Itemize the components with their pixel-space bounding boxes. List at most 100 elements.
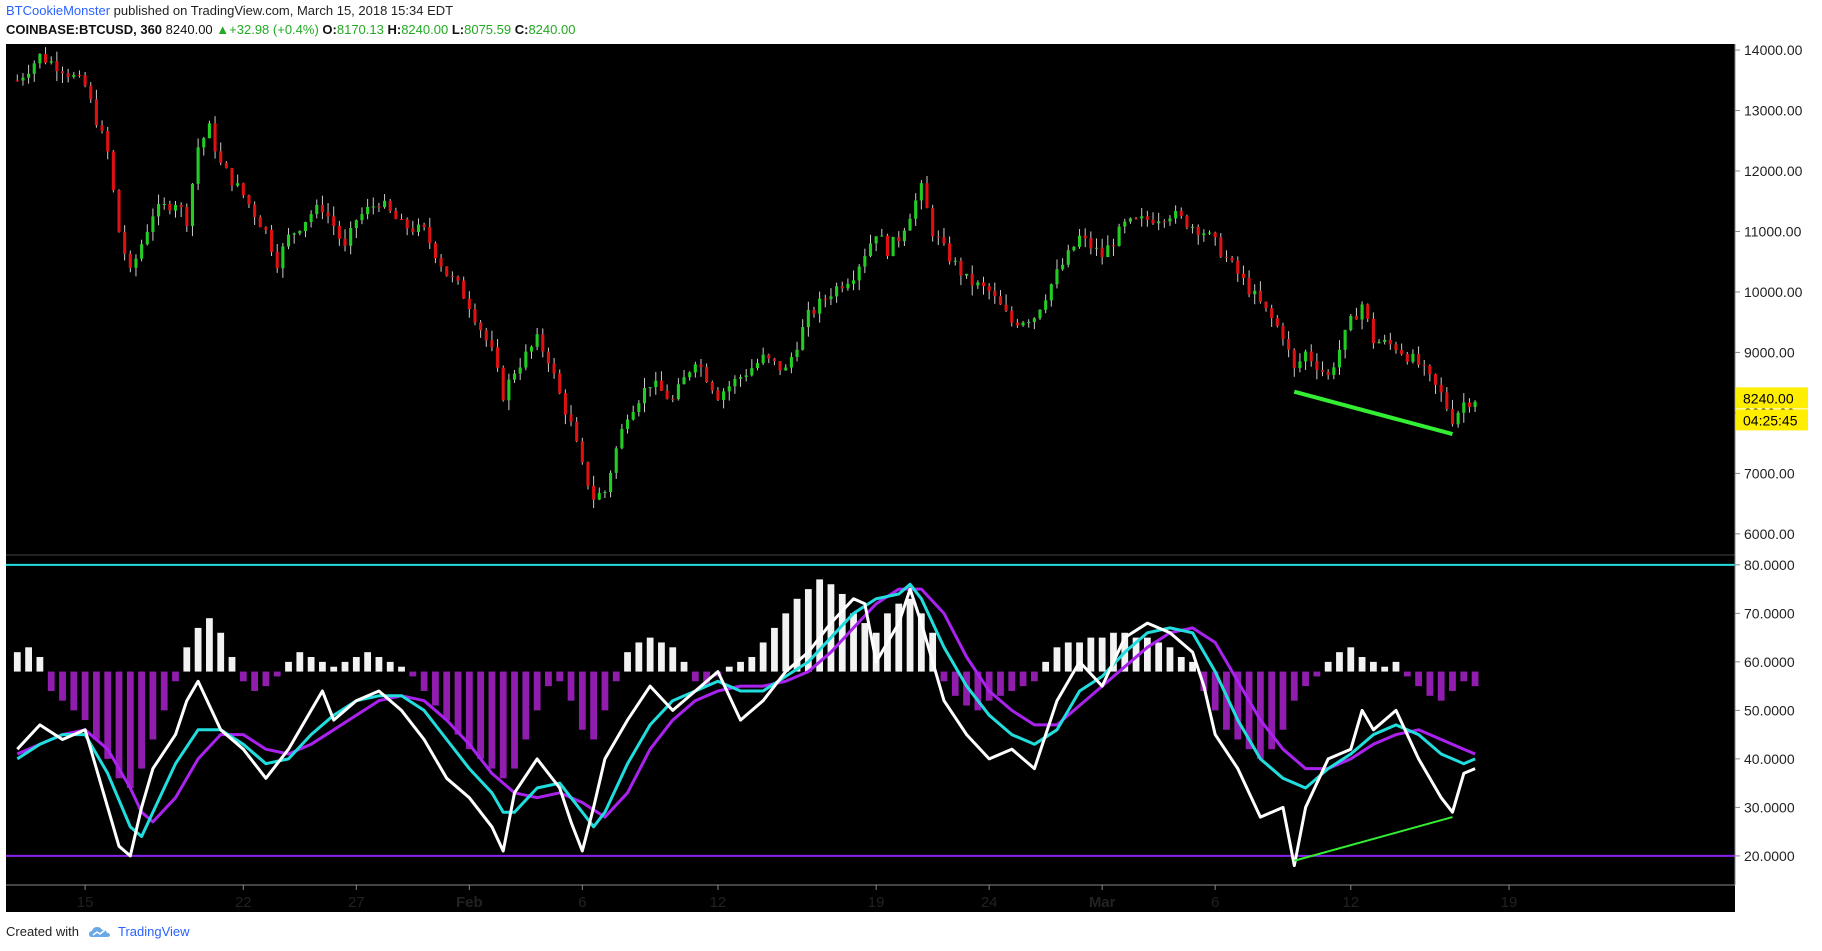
histogram-bar-positive <box>1324 661 1332 672</box>
histogram-bar-positive <box>228 657 236 672</box>
candle-down <box>275 251 279 269</box>
histogram-bar-positive <box>1336 652 1343 672</box>
price-tick-label: 12000.00 <box>1744 163 1803 179</box>
created-with-label: Created with <box>6 924 79 939</box>
histogram-bar-positive <box>1392 661 1400 672</box>
candle-up <box>1377 342 1381 344</box>
candle-up <box>874 236 878 244</box>
histogram-bar-negative <box>1437 671 1445 701</box>
histogram-bar-negative <box>1471 671 1479 687</box>
histogram-bar-positive <box>194 627 202 672</box>
histogram-bar-negative <box>81 671 89 721</box>
candle-down <box>490 340 494 348</box>
histogram-bar-positive <box>669 647 677 672</box>
candle-down <box>1015 322 1019 326</box>
candle-down <box>326 212 330 217</box>
candle-down <box>473 309 477 323</box>
candle-up <box>1061 264 1065 270</box>
candle-down <box>1287 339 1291 350</box>
x-tick-label: Mar <box>1089 894 1116 911</box>
price-tick-label: 7000.00 <box>1744 465 1795 481</box>
histogram-bar-positive <box>748 657 756 672</box>
candle-up <box>914 200 918 219</box>
histogram-bar-negative <box>997 671 1004 696</box>
osc-tick-label: 80.0000 <box>1744 557 1795 573</box>
candle-down <box>885 235 890 257</box>
candle-up <box>162 203 166 205</box>
histogram-bar-negative <box>1030 671 1038 682</box>
candle-down <box>716 390 720 400</box>
candle-down <box>1219 237 1223 257</box>
candle-up <box>603 492 607 494</box>
histogram-bar-positive <box>341 661 349 672</box>
histogram-bar-negative <box>590 671 598 740</box>
candle-up <box>1032 318 1036 323</box>
price-tick-label: 11000.00 <box>1744 223 1802 239</box>
candle-down <box>1275 318 1279 326</box>
candle-up <box>902 230 906 242</box>
histogram-bar-negative <box>93 671 100 740</box>
histogram-bar-negative <box>1279 671 1287 730</box>
candle-down <box>1417 353 1421 365</box>
histogram-bar-positive <box>364 652 372 672</box>
candle-down <box>15 80 19 82</box>
candle-down <box>258 216 262 228</box>
candle-up <box>609 472 613 493</box>
candle-down <box>558 373 562 394</box>
histogram-bar-positive <box>319 661 326 672</box>
candle-down <box>948 243 952 262</box>
candle-up <box>1038 309 1042 319</box>
candle-down <box>1394 344 1398 350</box>
candle-up <box>140 244 144 259</box>
tradingview-brand-link[interactable]: TradingView <box>118 924 190 939</box>
candle-down <box>580 441 584 463</box>
candle-up <box>196 147 200 184</box>
candle-down <box>592 485 596 500</box>
candle-up <box>315 204 319 215</box>
candle-up <box>795 349 799 358</box>
histogram-bar-positive <box>206 618 213 672</box>
histogram-bar-positive <box>646 637 654 672</box>
candle-up <box>1072 246 1076 251</box>
candle-down <box>1247 277 1251 295</box>
candle-down <box>100 125 104 132</box>
candle-up <box>1123 221 1127 227</box>
candle-up <box>1360 304 1364 320</box>
histogram-bar-negative <box>1313 671 1321 677</box>
candle-down <box>456 276 460 281</box>
candle-down <box>77 74 82 76</box>
candle-down <box>1439 384 1443 393</box>
price-tick-label: 14000.00 <box>1744 42 1803 58</box>
histogram-bar-positive <box>1347 647 1355 672</box>
histogram-bar-negative <box>1415 671 1422 687</box>
candle-up <box>1202 233 1206 236</box>
candle-up <box>738 377 743 379</box>
candle-down <box>767 354 771 359</box>
candle-up <box>953 260 957 262</box>
candle-up <box>1343 330 1347 350</box>
candle-down <box>705 367 709 383</box>
candle-down <box>1010 310 1014 323</box>
candle-down <box>1445 392 1449 409</box>
candle-down <box>998 296 1003 305</box>
histogram-bar-negative <box>612 671 620 682</box>
candle-up <box>750 368 754 376</box>
histogram-bar-negative <box>239 671 247 682</box>
candle-up <box>676 384 680 400</box>
candle-down <box>987 286 991 292</box>
candle-down <box>993 291 997 297</box>
histogram-bar-positive <box>850 613 857 672</box>
histogram-bar-negative <box>172 671 179 682</box>
candle-up <box>1253 290 1257 295</box>
candle-down <box>1388 339 1392 345</box>
candle-up <box>642 387 647 404</box>
histogram-bar-positive <box>1381 666 1389 672</box>
candle-up <box>891 236 895 257</box>
chart-canvas[interactable]: 14000.00 13000.00 12000.00 11000.00 10000.00… <box>0 0 1822 912</box>
candle-up <box>281 246 285 269</box>
candle-down <box>388 200 392 211</box>
candle-down <box>552 363 556 374</box>
candle-down <box>433 243 437 259</box>
candle-down <box>320 204 324 213</box>
histogram-bar-negative <box>420 671 428 691</box>
